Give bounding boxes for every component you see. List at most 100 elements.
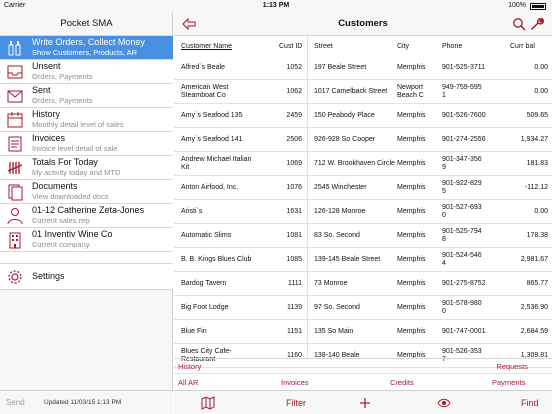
cell-street-line: 97 So. Second (314, 304, 360, 311)
sidebar-item-title: Totals For Today (32, 157, 98, 167)
outbox-icon (7, 90, 23, 103)
cell-phone-line: 901-526-7600 (442, 112, 486, 119)
cell-phone: 901-525-794 8 (442, 228, 482, 244)
cell-phone: 949-759-595 1 (442, 84, 482, 100)
sidebar-item-subtitle: Show Customers, Products, AR (32, 48, 138, 57)
cell-street-line: 73 Monroe (314, 280, 348, 287)
cell-city-line: Memphis (397, 160, 426, 167)
cell-name-line: Steamboat Co (181, 92, 226, 99)
cell-id: 2506 (286, 136, 302, 144)
all-ar-link[interactable]: All AR (178, 378, 198, 387)
nav-bar: Customers (174, 12, 552, 36)
cell-bal-line: 178.38 (526, 232, 548, 239)
cell-id-line: 1151 (286, 328, 302, 335)
requests-link[interactable]: Requests (496, 362, 528, 371)
table-row[interactable]: Amy`s Seafood 141 2506 926-928 So Cooper Me… (174, 128, 552, 152)
cell-city-line: Memphis (397, 304, 426, 311)
sidebar-item[interactable]: Totals For Today My activity today and MT… (0, 156, 173, 180)
cell-city-line: Memphis (397, 256, 426, 263)
sidebar-item[interactable]: 01-12 Catherine Zeta-Jones Current sales … (0, 204, 173, 228)
invoices-link[interactable]: Invoices (281, 378, 309, 387)
cell-bal-line: 509.65 (526, 112, 548, 119)
cell-street: 135 So Main (314, 328, 353, 336)
table-row[interactable]: American West Steamboat Co 1062 1017 Camelb… (174, 80, 552, 104)
cell-bal-line: 0.00 (534, 64, 548, 71)
cell-street-line: 150 Peabody Place (314, 112, 375, 119)
building-icon (9, 232, 21, 249)
sidebar-item-title: Documents (32, 181, 78, 191)
cell-bal: -112.12 (525, 184, 548, 192)
add-icon[interactable] (358, 396, 372, 410)
cell-name: Big Foot Lodge (181, 304, 228, 312)
find-button[interactable]: Find (521, 398, 539, 408)
cell-phone-line: 901-524-546 (442, 252, 482, 259)
sidebar-item-subtitle: Invoice level detail of sale (32, 144, 118, 153)
table-row[interactable]: Big Foot Lodge 1139 97 So. Second Memphis 90… (174, 296, 552, 320)
sidebar-item-settings[interactable]: Settings (0, 264, 173, 290)
search-icon[interactable] (512, 17, 526, 31)
table-row[interactable]: Aristi`s 1631 126-128 Monroe Memphis 901-527… (174, 200, 552, 224)
payments-link[interactable]: Payments (492, 378, 525, 387)
sidebar-item[interactable]: 01 Inventiv Wine Co Current company (0, 228, 173, 252)
cell-name-line: Bardog Tavern (181, 280, 227, 287)
sidebar-item[interactable]: Documents View downloaded docs (0, 180, 173, 204)
sidebar-item[interactable]: Invoices Invoice level detail of sale (0, 132, 173, 156)
calendar-icon (7, 112, 23, 128)
cell-city: Memphis (397, 184, 425, 192)
cell-phone-line: 0 (442, 308, 446, 315)
cell-street-line: 2545 Winchester (314, 184, 367, 191)
table-row[interactable]: Amy`s Seafood 135 2459 150 Peabody Place Me… (174, 104, 552, 128)
eye-icon[interactable] (437, 396, 451, 410)
table-row[interactable]: Blue Fin 1151 135 So Main Memphis 901-747-00… (174, 320, 552, 344)
cell-bal: 0.00 (534, 64, 548, 72)
sidebar-item[interactable]: History Monthly detail level of sales (0, 108, 173, 132)
cell-bal-line: 0.00 (534, 208, 548, 215)
table-row[interactable]: Automatic Slims 1081 83 So. Second Memphis 9… (174, 224, 552, 248)
cell-name: American West Steamboat Co (181, 84, 228, 100)
send-button[interactable]: Send (6, 398, 25, 407)
cell-street: 126-128 Monroe (314, 208, 365, 216)
sidebar-title: Pocket SMA (0, 12, 173, 36)
sidebar-item-title: Write Orders, Collect Money (32, 37, 145, 47)
cell-phone-line: 901-347-356 (442, 156, 482, 163)
column-header-name[interactable]: Customer Name (181, 43, 232, 50)
cell-phone-line: 8 (442, 236, 446, 243)
cell-name: Aristi`s (181, 208, 202, 216)
cell-name-line: Alfred`s Beale (181, 64, 225, 71)
cell-phone: 901-347-356 9 (442, 156, 482, 172)
sidebar-item[interactable]: Sent Orders, Payments (0, 84, 173, 108)
column-header-balance[interactable]: Curr bal (510, 43, 535, 50)
cell-phone-line: 901-922-829 (442, 180, 482, 187)
cell-id-line: 1052 (286, 64, 302, 71)
cell-id-line: 1081 (286, 232, 302, 239)
filter-button[interactable]: Filter (286, 398, 306, 408)
table-row[interactable]: B. B. Kings Blues Club 1085 139-145 Beale … (174, 248, 552, 272)
column-header-city[interactable]: City (397, 43, 409, 50)
map-icon[interactable] (201, 396, 215, 410)
table-row[interactable]: Andrew Michael Italian Kit 1069 712 W. Broo… (174, 152, 552, 176)
cell-id: 1085 (286, 256, 302, 264)
cell-phone-line: 901-525-794 (442, 228, 482, 235)
table-row[interactable]: Anton Airfood, Inc. 1076 2545 Winchester Me… (174, 176, 552, 200)
wrench-icon[interactable] (530, 17, 544, 31)
cell-id: 1081 (286, 232, 302, 240)
sidebar-item[interactable]: Unsent Orders, Payments (0, 60, 173, 84)
table-row[interactable]: Alfred`s Beale 1052 197 Beale Street Memphi… (174, 56, 552, 80)
column-header-phone[interactable]: Phone (442, 43, 462, 50)
sidebar-item-title: History (32, 109, 61, 119)
bottom-toolbar: Filter Find (174, 390, 552, 414)
credits-link[interactable]: Credits (390, 378, 414, 387)
sidebar-item-subtitle: Orders, Payments (32, 72, 93, 81)
column-header-id[interactable]: Cust ID (279, 43, 302, 50)
column-header-street[interactable]: Street (314, 43, 333, 50)
cell-name: Anton Airfood, Inc. (181, 184, 238, 192)
cell-phone-line: 901-578-980 (442, 300, 482, 307)
cell-name-line: Blue Fin (181, 328, 207, 335)
cell-name: Amy`s Seafood 141 (181, 136, 242, 144)
history-link[interactable]: History (178, 362, 201, 371)
sidebar-item[interactable]: Write Orders, Collect Money Show Customer… (0, 36, 173, 60)
table-row[interactable]: Bardog Tavern 1111 73 Monroe Memphis 901-275… (174, 272, 552, 296)
cell-street: 926-928 So Cooper (314, 136, 375, 144)
cell-phone-line: 901-527-693 (442, 204, 482, 211)
cell-street-line: 126-128 Monroe (314, 208, 366, 215)
